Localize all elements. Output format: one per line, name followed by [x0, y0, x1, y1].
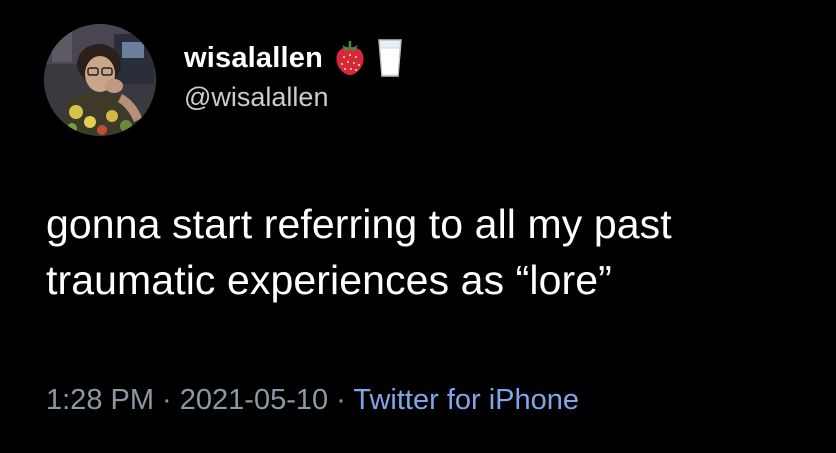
avatar-photo: [44, 24, 156, 136]
tweet-text-line: traumatic experiences as “lore”: [46, 257, 612, 303]
tweet-date[interactable]: 2021-05-10: [180, 384, 328, 416]
tweet-text: gonna start referring to all my past tra…: [46, 196, 816, 308]
tweet-meta: 1:28 PM · 2021-05-10 · Twitter for iPhon…: [46, 384, 579, 417]
milk-glass-emoji-icon: [377, 38, 403, 78]
display-name-row: wisalallen: [184, 38, 403, 78]
display-name[interactable]: wisalallen: [184, 42, 323, 75]
avatar[interactable]: [44, 24, 156, 136]
meta-separator: ·: [328, 384, 354, 416]
tweet-header: wisalallen @wisalallen: [184, 38, 403, 113]
meta-separator: ·: [154, 384, 180, 416]
tweet-text-line: gonna start referring to all my past: [46, 201, 672, 247]
tweet-card: wisalallen @wisalallen gonna start refer…: [0, 0, 836, 453]
tweet-time[interactable]: 1:28 PM: [46, 384, 154, 416]
user-handle[interactable]: @wisalallen: [184, 82, 403, 113]
strawberry-emoji-icon: [333, 39, 367, 77]
tweet-source-link[interactable]: Twitter for iPhone: [353, 384, 579, 416]
